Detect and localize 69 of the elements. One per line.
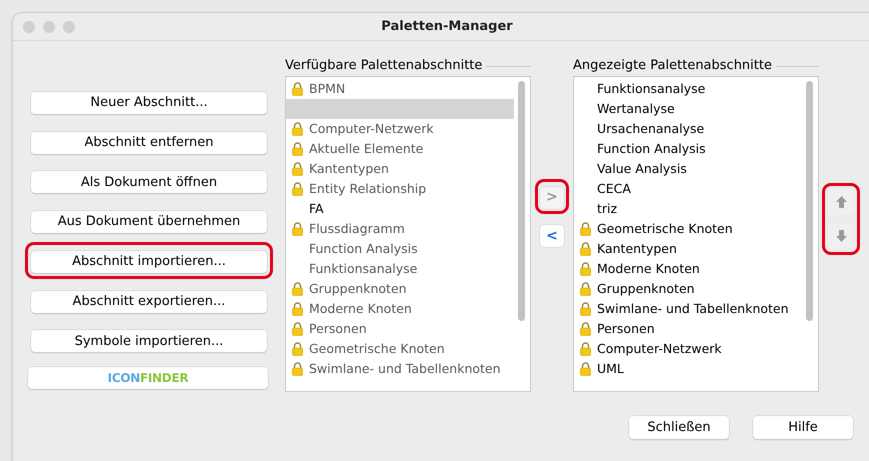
padlock-icon — [292, 302, 303, 316]
list-item[interactable]: Gruppenknoten — [574, 279, 802, 299]
action-button[interactable]: Neuer Abschnitt... — [31, 92, 267, 114]
dialog-button[interactable]: Hilfe — [753, 416, 853, 439]
padlock-icon — [292, 342, 303, 356]
action-button[interactable]: Als Dokument öffnen — [31, 171, 267, 194]
list-item[interactable]: Computer-Netzwerk — [574, 339, 802, 359]
list-item[interactable]: Computer-Netzwerk — [286, 119, 514, 139]
padlock-icon — [580, 222, 591, 236]
list-item[interactable]: BPMN — [286, 79, 514, 99]
padlock-icon — [292, 322, 303, 336]
list-item[interactable]: Kantentypen — [286, 159, 514, 179]
list-item[interactable]: Moderne Knoten — [574, 259, 802, 279]
window-title: Paletten-Manager — [381, 18, 513, 36]
list-item[interactable]: Personen — [286, 319, 514, 339]
action-button[interactable]: Abschnitt exportieren... — [31, 290, 267, 312]
padlock-icon — [580, 322, 591, 336]
list-item[interactable]: Funktionsanalyse — [286, 259, 514, 279]
list-item[interactable]: FA — [286, 199, 514, 219]
dialog-button[interactable]: Schließen — [629, 416, 729, 439]
padlock-icon — [580, 242, 591, 256]
list-item[interactable]: CECA — [574, 179, 802, 199]
zoom-button[interactable] — [63, 21, 75, 33]
minimize-button[interactable] — [43, 21, 55, 33]
action-button[interactable]: Symbole importieren... — [31, 330, 267, 352]
padlock-icon — [580, 262, 591, 276]
padlock-icon — [292, 282, 303, 296]
padlock-icon — [292, 222, 303, 236]
action-button[interactable]: Aus Dokument übernehmen — [31, 211, 267, 233]
padlock-icon — [292, 142, 303, 156]
list-item[interactable]: Value Analysis — [574, 159, 802, 179]
list-item[interactable]: Entity Relationship — [286, 179, 514, 199]
padlock-icon — [292, 362, 303, 376]
up-arrow-icon — [836, 196, 846, 208]
list-item[interactable]: Moderne Knoten — [286, 299, 514, 319]
list-item[interactable]: Kantentypen — [574, 239, 802, 259]
list-item[interactable]: Geometrische Knoten — [574, 219, 802, 239]
padlock-icon — [580, 342, 591, 356]
padlock-icon — [292, 82, 303, 96]
padlock-icon — [292, 162, 303, 176]
down-arrow-icon — [836, 230, 846, 242]
list-item[interactable]: Gruppenknoten — [286, 279, 514, 299]
list-item[interactable]: Funktionsanalyse — [574, 79, 802, 99]
list-item[interactable]: Ursachenanalyse — [574, 119, 802, 139]
list-title: Verfügbare Palettenabschnitte — [285, 57, 482, 76]
action-button[interactable]: Abschnitt importieren... — [31, 250, 267, 273]
list-item[interactable]: triz — [574, 199, 802, 219]
list-item[interactable]: Flussdiagramm — [286, 219, 514, 239]
padlock-icon — [580, 282, 591, 296]
action-button[interactable]: Abschnitt entfernen — [31, 132, 267, 154]
padlock-icon — [580, 362, 591, 376]
list-item[interactable]: Wertanalyse — [574, 99, 802, 119]
list-item[interactable]: Swimlane- und Tabellenknoten — [286, 359, 514, 379]
list-item[interactable]: Function Analysis — [286, 239, 514, 259]
padlock-icon — [292, 182, 303, 196]
scrollbar-thumb[interactable] — [518, 81, 525, 321]
list-item[interactable]: UML — [574, 359, 802, 379]
list-item[interactable]: Aktuelle Elemente — [286, 139, 514, 159]
remove-button[interactable]: < — [540, 225, 564, 247]
list-item[interactable] — [286, 99, 514, 119]
list-title: Angezeigte Palettenabschnitte — [573, 57, 772, 76]
list-item[interactable]: Geometrische Knoten — [286, 339, 514, 359]
list-item[interactable]: Function Analysis — [574, 139, 802, 159]
padlock-icon — [580, 302, 591, 316]
close-button[interactable] — [23, 21, 35, 33]
scrollbar-thumb[interactable] — [806, 81, 813, 321]
padlock-icon — [292, 122, 303, 136]
list-item[interactable]: Swimlane- und Tabellenknoten — [574, 299, 802, 319]
list-item[interactable]: Personen — [574, 319, 802, 339]
